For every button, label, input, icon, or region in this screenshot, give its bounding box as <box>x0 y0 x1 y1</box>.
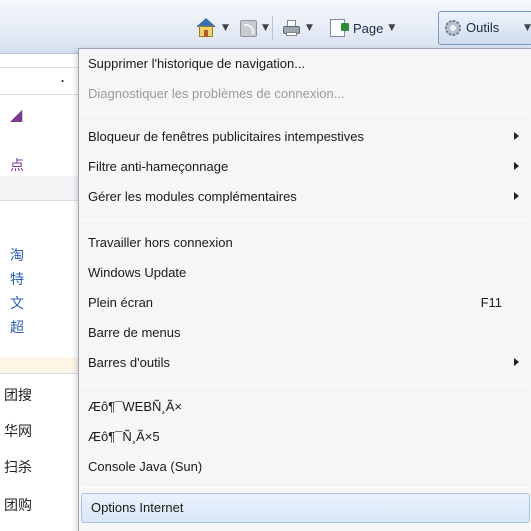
page-menu-button[interactable]: Page ▼ <box>330 16 395 40</box>
menu-item-java-console[interactable]: Console Java (Sun) <box>79 453 531 483</box>
menu-item-full-screen[interactable]: Plein écran F11 <box>79 289 531 319</box>
background-glyph: 超 <box>10 320 24 336</box>
menu-item-label: Filtre anti-hameçonnage <box>88 159 229 174</box>
menu-item-menu-bar[interactable]: Barre de menus <box>79 319 531 349</box>
submenu-arrow-icon <box>514 192 519 200</box>
feeds-icon <box>240 19 257 37</box>
background-glyph: 特 <box>10 272 24 288</box>
menu-item-work-offline[interactable]: Travailler hors connexion <box>79 229 531 259</box>
menu-item-launch-thunder-5[interactable]: Æô¶¯Ñ¸Ã×5 <box>79 423 531 453</box>
menu-item-delete-browsing-history[interactable]: Supprimer l'historique de navigation... <box>79 50 531 80</box>
menu-item-internet-options[interactable]: Options Internet <box>81 493 530 523</box>
submenu-arrow-icon <box>514 358 519 366</box>
menu-separator <box>82 219 529 220</box>
menu-separator <box>82 487 529 488</box>
menu-item-toolbars[interactable]: Barres d'outils <box>79 349 531 379</box>
home-icon <box>195 18 217 38</box>
menu-item-phishing-filter[interactable]: Filtre anti-hameçonnage <box>79 153 531 183</box>
page-content-background: . ◢ 点 淘 特 文 超 团搜 华网 扫杀 团购 <box>0 55 78 531</box>
menu-item-label: Æô¶¯WEBÑ¸Ã× <box>88 399 182 414</box>
menu-item-label: Diagnostiquer les problèmes de connexion… <box>88 86 345 101</box>
feeds-button[interactable]: ▼ <box>240 16 269 40</box>
background-glyph: 华网 <box>4 424 32 440</box>
home-button[interactable]: ▼ <box>195 16 229 40</box>
menu-item-shortcut: F11 <box>480 295 502 310</box>
menu-item-label: Bloqueur de fenêtres publicitaires intem… <box>88 129 365 144</box>
print-button[interactable]: ▼ <box>282 16 313 40</box>
menu-item-label: Gérer les modules complémentaires <box>88 189 297 204</box>
tools-dropdown-arrow-icon: ▼ <box>524 23 531 33</box>
menu-item-popup-blocker[interactable]: Bloqueur de fenêtres publicitaires intem… <box>79 123 531 153</box>
menu-item-label: Æô¶¯Ñ¸Ã×5 <box>88 429 160 444</box>
menu-item-label: Plein écran <box>88 295 154 310</box>
tools-dropdown-menu: Supprimer l'historique de navigation... … <box>78 48 531 531</box>
menu-item-label: Travailler hors connexion <box>88 235 233 250</box>
menu-item-label: Windows Update <box>88 265 187 280</box>
menu-item-label: Barres d'outils <box>88 355 170 370</box>
menu-item-launch-web-thunder[interactable]: Æô¶¯WEBÑ¸Ã× <box>79 393 531 423</box>
menu-item-diagnose-connection: Diagnostiquer les problèmes de connexion… <box>79 80 531 110</box>
page-icon <box>330 19 349 37</box>
home-dropdown-arrow-icon[interactable]: ▼ <box>222 23 229 33</box>
toolbar-separator <box>272 16 273 40</box>
background-glyph: 团搜 <box>4 388 32 404</box>
menu-item-manage-add-ons[interactable]: Gérer les modules complémentaires <box>79 183 531 213</box>
tools-menu-button[interactable]: Outils ▼ <box>438 11 531 45</box>
printer-icon <box>282 19 301 37</box>
menu-separator <box>82 385 529 386</box>
menu-item-label: Console Java (Sun) <box>88 459 203 474</box>
menu-item-label: Options Internet <box>91 500 184 515</box>
menu-separator <box>82 113 529 114</box>
menu-item-label: Barre de menus <box>88 325 181 340</box>
background-glyph: 文 <box>10 296 24 312</box>
page-menu-label: Page <box>353 20 384 36</box>
dot-mark: . <box>60 67 66 86</box>
page-dropdown-arrow-icon: ▼ <box>388 23 396 33</box>
background-glyph: 团购 <box>4 498 32 514</box>
feeds-dropdown-arrow-icon[interactable]: ▼ <box>262 23 269 33</box>
submenu-arrow-icon <box>514 162 519 170</box>
background-glyph: 扫杀 <box>4 460 32 476</box>
tools-menu-label: Outils <box>466 20 500 35</box>
background-glyph: 点 <box>10 158 24 174</box>
command-bar: ▼ ▼ ▼ Page ▼ Outils ▼ <box>0 0 531 54</box>
logo-fragment-icon: ◢ <box>10 105 23 124</box>
submenu-arrow-icon <box>514 132 519 140</box>
menu-item-label: Supprimer l'historique de navigation... <box>88 56 306 71</box>
menu-item-windows-update[interactable]: Windows Update <box>79 259 531 289</box>
gear-icon <box>445 20 461 36</box>
print-dropdown-arrow-icon[interactable]: ▼ <box>306 23 313 33</box>
background-glyph: 淘 <box>10 248 24 264</box>
